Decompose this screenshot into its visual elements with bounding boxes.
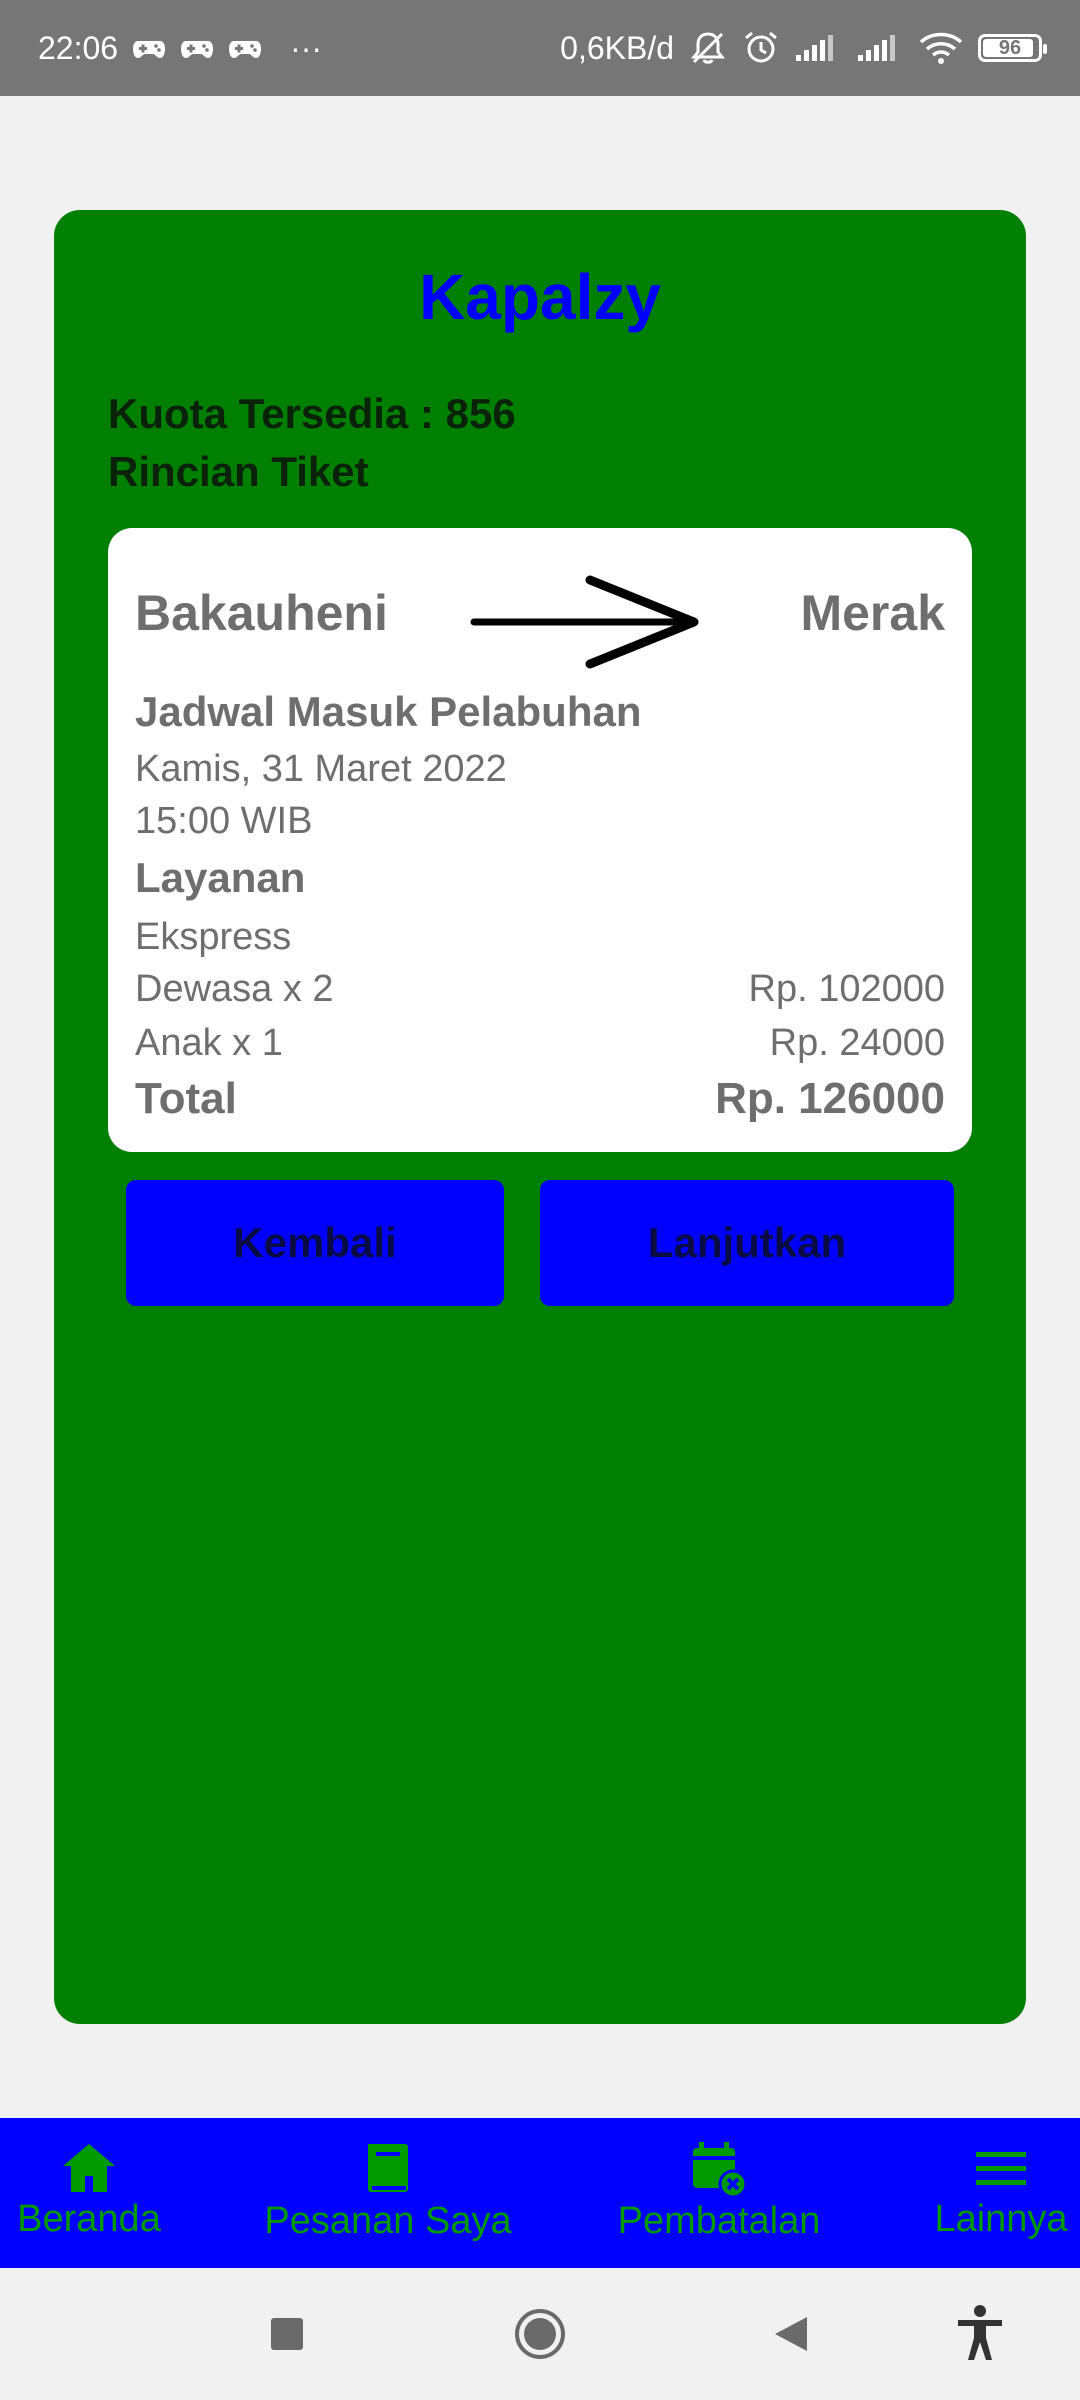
back-system-button[interactable] [756,2268,826,2400]
total-price-row: Total Rp. 126000 [135,1074,945,1124]
origin-port: Bakauheni [135,585,388,641]
accessibility-icon [958,2305,1002,2360]
battery-icon: 96 [978,34,1047,62]
nav-label-home: Beranda [17,2198,161,2240]
child-label: Anak x 1 [135,1022,283,1064]
recents-button[interactable] [250,2268,324,2400]
nav-item-my-orders[interactable]: Pesanan Saya [250,2118,526,2268]
continue-button[interactable]: Lanjutkan [540,1180,954,1306]
nav-label-more: Lainnya [934,2198,1068,2240]
status-bar-right: 0,6KB/d 96 [560,29,1047,67]
nav-item-more[interactable]: Lainnya [922,2118,1080,2268]
home-system-button[interactable] [500,2268,580,2400]
recents-icon [271,2318,303,2350]
game-controller-icon [132,35,166,61]
ticket-detail-card: Kapalzy Kuota Tersedia : 856 Rincian Tik… [54,210,1026,2024]
service-title: Layanan [135,854,306,901]
wifi-icon [918,31,964,65]
nav-item-home[interactable]: Beranda [0,2118,178,2268]
adult-label: Dewasa x 2 [135,968,334,1010]
arrow-right-icon [470,574,704,675]
adult-price-row: Dewasa x 2 Rp. 102000 [135,968,945,1011]
ticket-details-heading: Rincian Tiket [108,448,369,495]
alarm-icon [742,30,780,66]
back-button[interactable]: Kembali [126,1180,504,1306]
child-price-row: Anak x 1 Rp. 24000 [135,1022,945,1065]
service-value: Ekspress [135,916,292,958]
nav-label-my-orders: Pesanan Saya [264,2200,512,2242]
mute-icon [688,30,728,66]
signal-icon [794,33,842,63]
accessibility-button[interactable] [940,2268,1020,2400]
departure-time: 15:00 WIB [135,800,313,842]
battery-percentage: 96 [998,36,1022,59]
bottom-navigation: Beranda Pesanan Saya Pembatalan Lainnya [0,2118,1080,2268]
status-bar-left: 22:06 ··· [38,30,322,67]
status-bar: 22:06 ··· 0,6KB/d 96 [0,0,1080,96]
more-notifications-indicator: ··· [290,29,323,66]
child-price: Rp. 24000 [769,1022,945,1064]
nav-label-cancellation: Pembatalan [617,2200,821,2242]
status-time: 22:06 [38,29,119,66]
schedule-title: Jadwal Masuk Pelabuhan [135,688,642,735]
departure-date: Kamis, 31 Maret 2022 [135,748,507,790]
home-icon [63,2144,115,2192]
ticket-summary-box: Bakauheni Merak Jadwal Masuk Pelabuhan K… [108,528,972,1152]
network-speed: 0,6KB/d [560,29,674,66]
menu-icon [976,2152,1026,2185]
game-controller-icon [228,35,262,61]
total-price: Rp. 126000 [715,1074,945,1123]
system-navigation-bar [0,2268,1080,2400]
total-label: Total [135,1074,237,1123]
back-triangle-icon [775,2317,807,2351]
app-title: Kapalzy [419,261,661,333]
quota-available: Kuota Tersedia : 856 [108,390,516,437]
game-controller-icon [180,35,214,61]
book-icon [368,2144,408,2192]
adult-price: Rp. 102000 [748,968,946,1010]
home-circle-icon [515,2309,565,2359]
nav-item-cancellation[interactable]: Pembatalan [606,2118,832,2268]
destination-port: Merak [800,585,945,641]
calendar-cancel-icon [693,2142,748,2198]
signal-icon [856,33,904,63]
